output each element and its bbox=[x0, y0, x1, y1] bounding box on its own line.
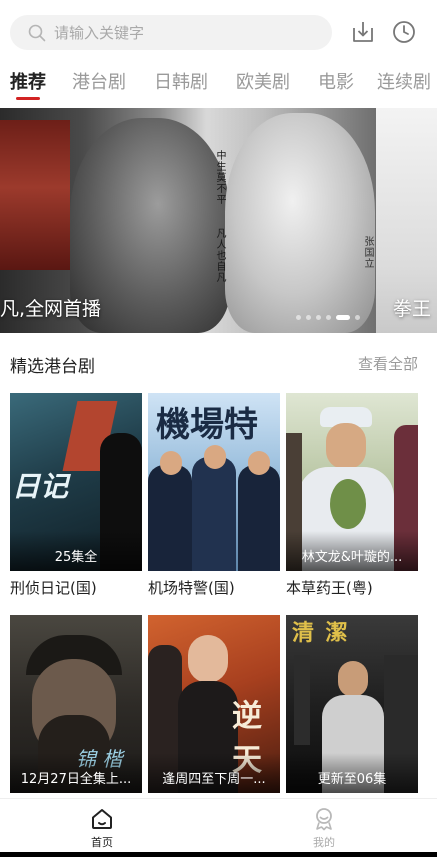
history-clock-icon[interactable] bbox=[391, 19, 417, 45]
search-icon bbox=[28, 24, 46, 42]
category-tabs: 推荐 港台剧 日韩剧 欧美剧 电影 连续剧 bbox=[0, 64, 437, 106]
nav-profile-label: 我的 bbox=[313, 836, 335, 849]
home-icon bbox=[92, 809, 112, 829]
video-thumbnail[interactable]: 林文龙&叶璇的... bbox=[286, 393, 418, 571]
episode-badge: 12月27日全集上... bbox=[20, 772, 132, 787]
video-title: 本草药王(粤) bbox=[286, 579, 373, 597]
episode-badge: 25集全 bbox=[54, 550, 98, 565]
bottom-navigation: 首页 我的 bbox=[0, 798, 437, 857]
video-card[interactable]: 日记 25集全 刑侦日记(国) bbox=[10, 393, 142, 601]
poster-slogan-1: 中生莫不平 bbox=[214, 150, 225, 205]
tab-jp-kr-drama[interactable]: 日韩剧 bbox=[154, 68, 208, 94]
poster-actor-name: 张国立 bbox=[362, 236, 373, 269]
carousel-dot bbox=[306, 315, 311, 320]
tab-western-drama[interactable]: 欧美剧 bbox=[236, 68, 290, 94]
poster-face-right bbox=[225, 113, 375, 333]
video-title: 机场特警(国) bbox=[148, 579, 235, 597]
banner-carousel[interactable]: 中生莫不平 凡人也自凡 张国立 凡,全网首播 拳王 bbox=[0, 108, 437, 333]
search-box[interactable] bbox=[10, 15, 332, 50]
profile-icon bbox=[316, 808, 332, 831]
tab-series[interactable]: 连续剧 bbox=[377, 68, 431, 94]
view-all-link[interactable]: 查看全部 bbox=[358, 353, 418, 374]
tab-hk-tw-drama[interactable]: 港台剧 bbox=[72, 68, 126, 94]
video-thumbnail[interactable]: 锦 楷 12月27日全集上... bbox=[10, 615, 142, 793]
system-nav-bar bbox=[0, 852, 437, 857]
download-icon[interactable] bbox=[350, 19, 376, 45]
poster-slogan-2: 凡人也自凡 bbox=[214, 228, 225, 283]
top-bar bbox=[0, 0, 437, 62]
banner-next-caption: 拳王 bbox=[393, 298, 432, 320]
video-card[interactable]: 機場特 机场特警(国) bbox=[148, 393, 280, 601]
video-card[interactable]: 林文龙&叶璇的... 本草药王(粤) bbox=[286, 393, 418, 601]
nav-profile[interactable]: 我的 bbox=[294, 803, 354, 853]
episode-badge: 林文龙&叶璇的... bbox=[301, 550, 403, 565]
tab-movie[interactable]: 电影 bbox=[318, 68, 354, 94]
poster-art bbox=[0, 120, 70, 270]
poster-title-art: 清 潔 bbox=[292, 621, 350, 646]
poster-title-art: 日记 bbox=[12, 470, 69, 503]
carousel-dot-active bbox=[336, 315, 350, 320]
carousel-dot bbox=[316, 315, 321, 320]
video-card[interactable]: 锦 楷 12月27日全集上... bbox=[10, 615, 142, 793]
poster-title-art: 機場特 bbox=[156, 405, 258, 445]
video-title: 刑侦日记(国) bbox=[10, 579, 97, 597]
carousel-dot bbox=[326, 315, 331, 320]
banner-slide[interactable]: 中生莫不平 凡人也自凡 张国立 凡,全网首播 bbox=[0, 108, 376, 333]
episode-badge: 逢周四至下周一... bbox=[162, 772, 266, 787]
video-thumbnail[interactable]: 日记 25集全 bbox=[10, 393, 142, 571]
video-card[interactable]: 清 潔 更新至06集 bbox=[286, 615, 418, 793]
section-title: 精选港台剧 bbox=[10, 357, 95, 377]
episode-badge: 更新至06集 bbox=[317, 772, 387, 787]
nav-home-label: 首页 bbox=[91, 836, 113, 849]
tab-recommend[interactable]: 推荐 bbox=[10, 68, 46, 94]
carousel-dot bbox=[296, 315, 301, 320]
video-thumbnail[interactable]: 清 潔 更新至06集 bbox=[286, 615, 418, 793]
carousel-dot bbox=[355, 315, 360, 320]
video-thumbnail[interactable]: 逆天 逢周四至下周一... bbox=[148, 615, 280, 793]
active-tab-indicator bbox=[16, 97, 40, 100]
video-thumbnail[interactable]: 機場特 bbox=[148, 393, 280, 571]
search-input[interactable] bbox=[54, 21, 314, 45]
nav-home[interactable]: 首页 bbox=[72, 803, 132, 853]
video-card[interactable]: 逆天 逢周四至下周一... bbox=[148, 615, 280, 793]
banner-caption: 凡,全网首播 bbox=[0, 298, 102, 320]
